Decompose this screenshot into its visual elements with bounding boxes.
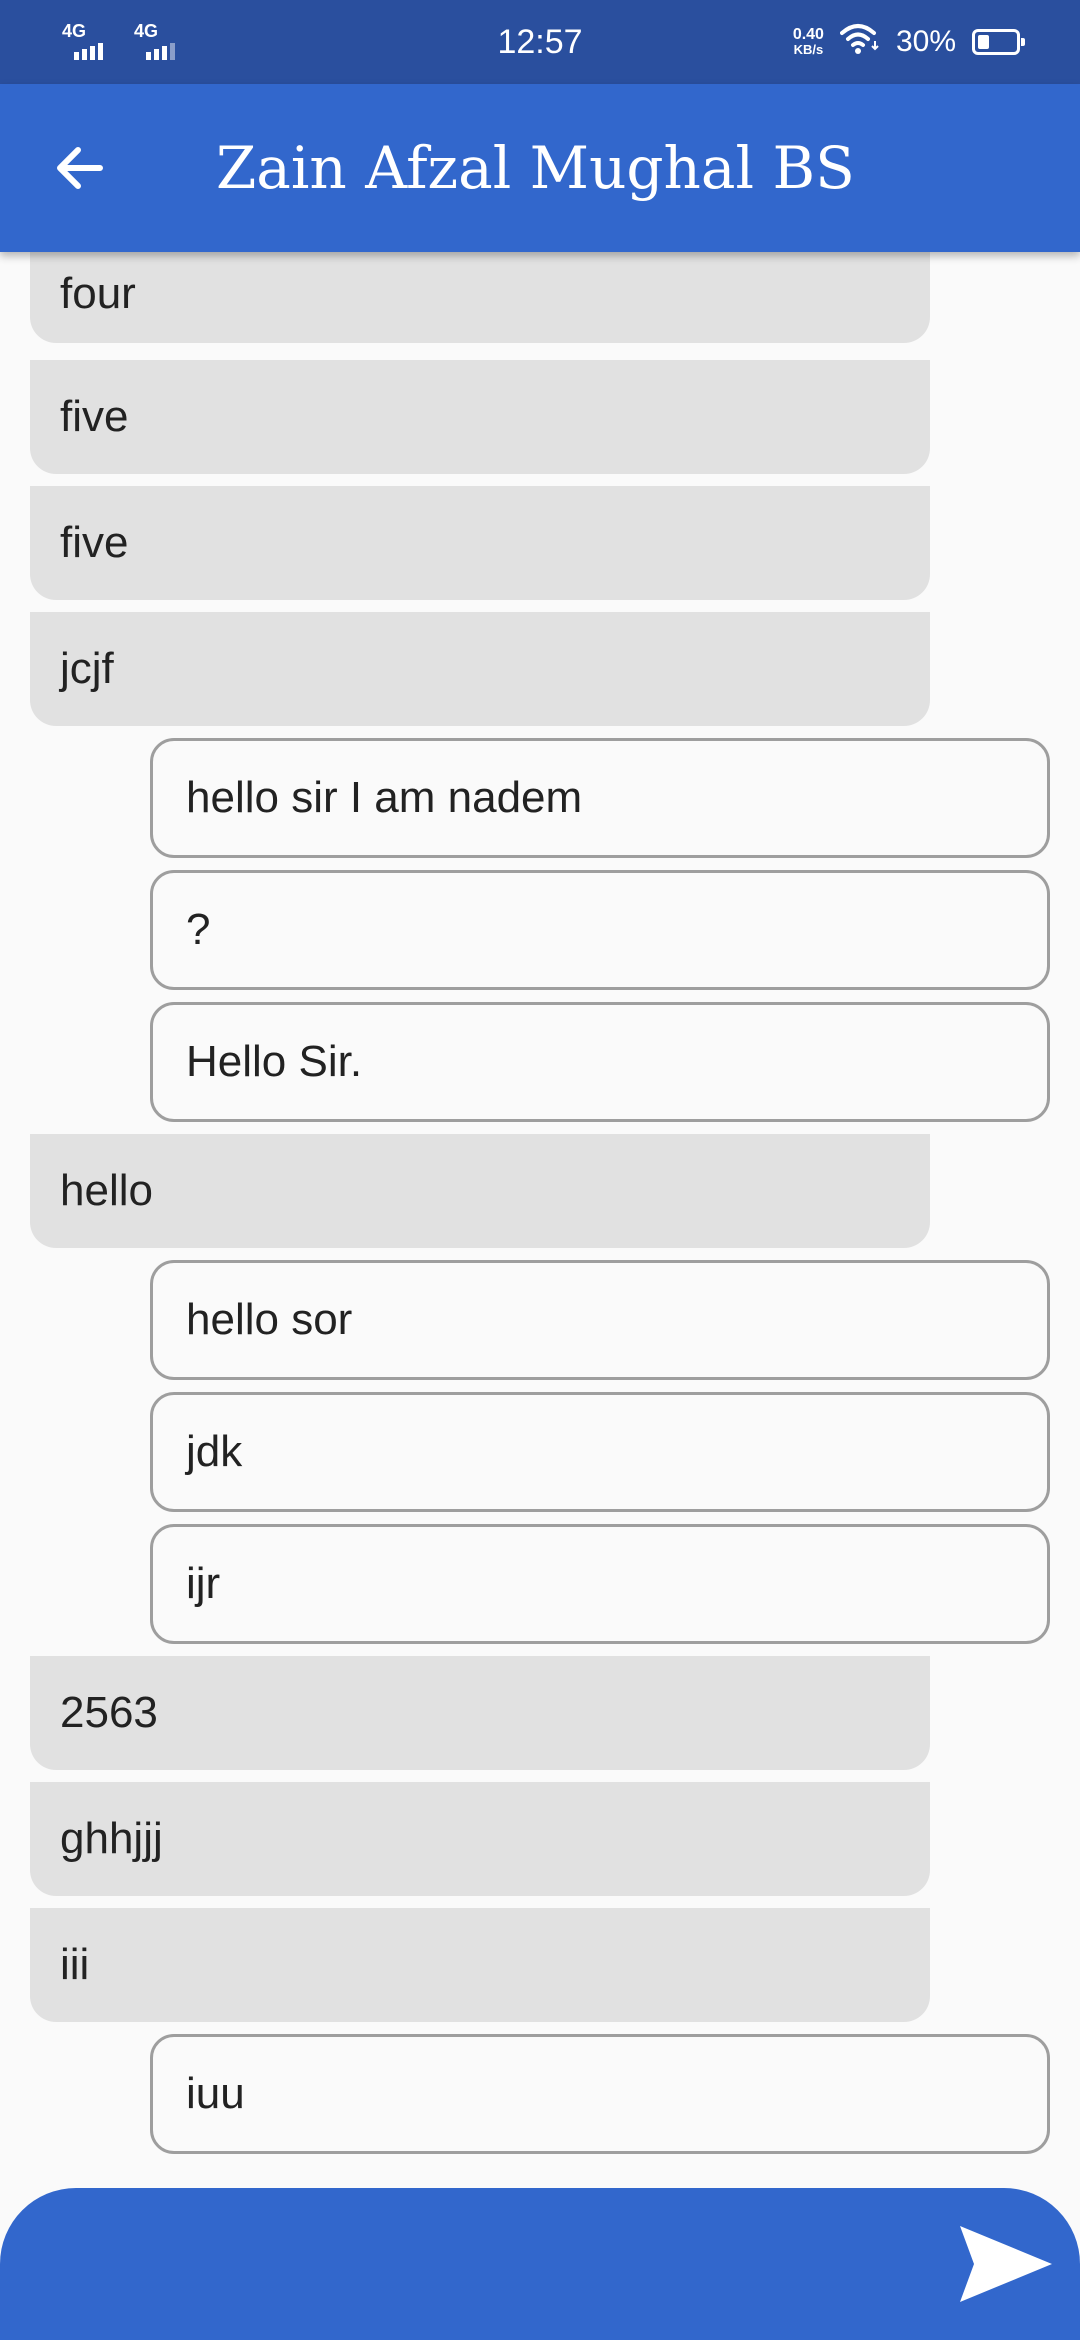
sent-message[interactable]: jdk [150, 1392, 1050, 1512]
battery-level [978, 35, 989, 49]
send-button[interactable] [956, 2222, 1056, 2306]
message-text: hello sir I am nadem [186, 773, 583, 822]
sent-message[interactable]: ijr [150, 1524, 1050, 1644]
wifi-icon [839, 23, 880, 62]
send-icon [960, 2226, 1052, 2302]
message-text: ijr [186, 1559, 221, 1608]
sent-message[interactable]: hello sir I am nadem [150, 738, 1050, 858]
app-bar: Zain Afzal Mughal BS [0, 84, 1080, 252]
message-text: ? [186, 905, 211, 954]
message-list[interactable]: four five five jcjf hello sir I am nadem? Hel… [0, 252, 1080, 2192]
sent-message[interactable]: hello sor [150, 1260, 1050, 1380]
received-message[interactable]: 2563 [30, 1656, 930, 1770]
message-text: iii [60, 1940, 90, 1989]
status-right: 0.40 KB/s 30% [792, 20, 1025, 64]
sent-message[interactable]: ? [150, 870, 1050, 990]
battery-percent: 30% [895, 25, 956, 58]
message-text: 2563 [60, 1688, 158, 1737]
chat-title: Zain Afzal Mughal BS [216, 134, 855, 202]
back-button[interactable] [40, 128, 120, 208]
message-text: Hello Sir. [186, 1037, 363, 1086]
received-message[interactable]: five [30, 486, 930, 600]
message-text: ghhjjj [60, 1814, 163, 1863]
network-speed: 0.40 KB/s [792, 26, 824, 58]
message-text: iuu [186, 2069, 245, 2118]
network-speed-value: 0.40 [792, 26, 824, 43]
arrow-left-icon [57, 147, 103, 189]
message-text: hello [60, 1166, 153, 1215]
message-composer [0, 2188, 1080, 2340]
received-message[interactable]: four [30, 252, 930, 343]
received-message[interactable]: five [30, 360, 930, 474]
message-text: four [60, 268, 136, 318]
message-text: jcjf [60, 644, 114, 693]
message-text: hello sor [186, 1295, 353, 1344]
message-text: five [60, 392, 129, 441]
received-message[interactable]: jcjf [30, 612, 930, 726]
message-text: jdk [186, 1427, 243, 1476]
received-message[interactable]: iii [30, 1908, 930, 2022]
message-input[interactable] [60, 2218, 924, 2312]
message-text: five [60, 518, 129, 567]
network-speed-unit: KB/s [793, 42, 824, 57]
sent-message[interactable]: iuu [150, 2034, 1050, 2154]
status-bar: 4G 4G 12:57 0.40 KB/s 30% [0, 0, 1080, 84]
battery-icon [972, 29, 1025, 55]
received-message[interactable]: ghhjjj [30, 1782, 930, 1896]
sent-message[interactable]: Hello Sir. [150, 1002, 1050, 1122]
received-message[interactable]: hello [30, 1134, 930, 1248]
